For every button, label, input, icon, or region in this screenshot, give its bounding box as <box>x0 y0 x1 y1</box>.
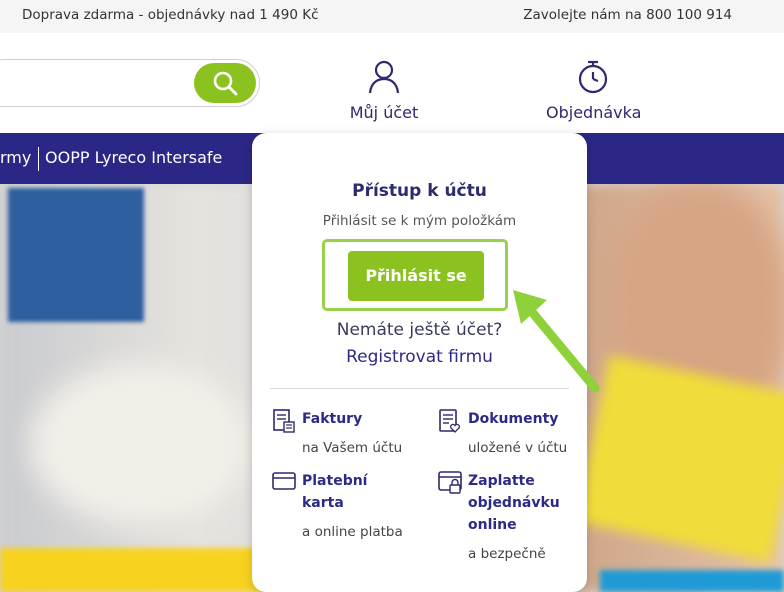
free-shipping-text: Doprava zdarma - objednávky nad 1 490 Kč <box>22 7 319 23</box>
nav-item-partial[interactable]: rmy <box>0 148 31 167</box>
feature-invoices[interactable]: Faktury na Vašem účtu <box>272 408 412 458</box>
feature-card-desc: a online platba <box>302 524 403 540</box>
nav-divider <box>38 147 39 171</box>
invoice-icon <box>273 409 295 433</box>
blurred-logo <box>8 188 144 322</box>
my-account-label: Můj účet <box>349 103 419 122</box>
feature-documents-desc: uložené v účtu <box>468 440 568 456</box>
highlight-arrow-icon <box>513 290 600 393</box>
secure-payment-icon <box>438 471 462 494</box>
popup-title: Přístup k účtu <box>352 181 487 201</box>
feature-pay-desc: a bezpečně <box>468 546 546 562</box>
site-header: Můj účet Objednávka <box>0 33 784 133</box>
feature-pay-title: Zaplatte objednávku online <box>468 473 560 533</box>
search-input[interactable] <box>0 59 260 107</box>
popup-subtitle: Přihlásit se k mým položkám <box>322 213 517 229</box>
order-button[interactable]: Objednávka <box>546 59 642 122</box>
phone-text[interactable]: Zavolejte nám na 800 100 914 <box>523 7 732 23</box>
feature-documents-title: Dokumenty <box>468 411 559 427</box>
document-icon <box>439 409 460 433</box>
my-account-button[interactable]: Můj účet <box>348 59 420 122</box>
feature-pay-online[interactable]: Zaplatte objednávku online a bezpečně <box>438 470 578 562</box>
user-icon <box>368 60 400 94</box>
feature-invoices-title: Faktury <box>302 411 363 427</box>
login-button[interactable]: Přihlásit se <box>348 251 484 301</box>
feature-documents[interactable]: Dokumenty uložené v účtu <box>438 408 578 458</box>
credit-card-icon <box>272 472 296 490</box>
order-label: Objednávka <box>546 103 642 122</box>
search-icon <box>213 71 238 96</box>
feature-card-payment[interactable]: Platební karta a online platba <box>272 470 412 550</box>
search-button[interactable] <box>194 63 256 103</box>
feature-invoices-desc: na Vašem účtu <box>302 440 403 456</box>
nav-item-oopp[interactable]: OOPP Lyreco Intersafe <box>45 148 222 167</box>
login-highlight: Přihlásit se <box>322 239 508 311</box>
feature-card-title: Platební karta <box>302 473 368 511</box>
top-info-bar: Doprava zdarma - objednávky nad 1 490 Kč… <box>0 0 784 33</box>
stopwatch-icon <box>578 60 608 94</box>
